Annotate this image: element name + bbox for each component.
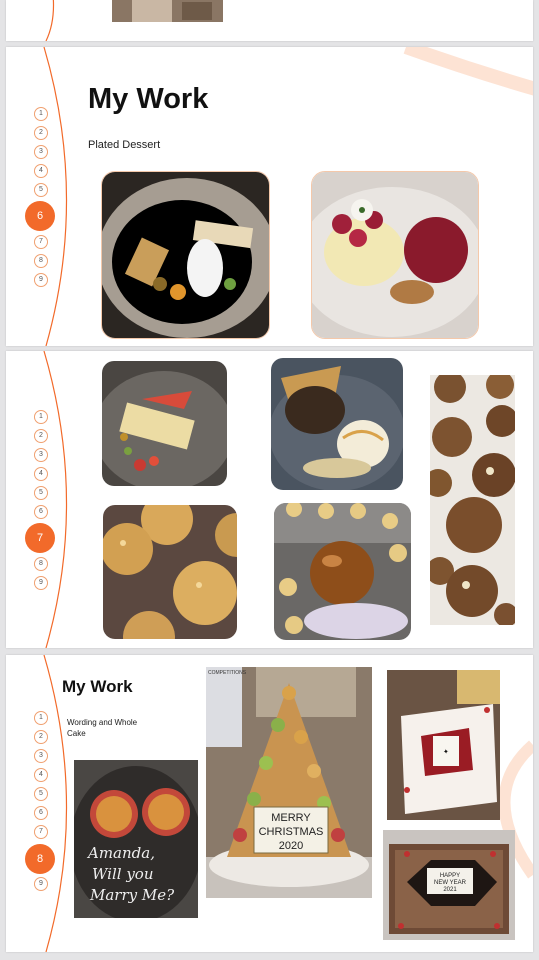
choux-pastry-photo	[103, 505, 237, 639]
nav-dot-5[interactable]: 5	[34, 486, 48, 500]
sheet-cake-photo-2: HAPPY NEW YEAR 2021	[383, 830, 515, 940]
nav-dot-7[interactable]: 7	[34, 235, 48, 249]
plate-text-line-3: Marry Me?	[89, 886, 175, 904]
slide-subtitle: Wording and Whole Cake	[67, 718, 138, 738]
proposal-plate-photo: Amanda, Will you Marry Me?	[74, 760, 198, 918]
nav-dot-9[interactable]: 9	[34, 877, 48, 891]
nav-dot-4[interactable]: 4	[34, 467, 48, 481]
plate-text-line-1: Amanda,	[86, 844, 155, 862]
slide-title: My Work	[88, 83, 209, 115]
sheet-cake-photo-1: ✦	[387, 670, 500, 820]
slide-8[interactable]: My Work Wording and Whole Cake 1 2 3 4 5…	[6, 655, 533, 952]
glazed-dome-photo	[274, 503, 411, 640]
plated-dessert-photo-2	[311, 171, 479, 339]
nav-dot-6[interactable]: 6	[34, 505, 48, 519]
slide-5-partial	[6, 0, 533, 41]
nav-dot-1[interactable]: 1	[34, 711, 48, 725]
cake-plaque-line-1: MERRY	[271, 812, 311, 824]
nav-dot-4[interactable]: 4	[34, 768, 48, 782]
slide-title: My Work	[62, 677, 133, 696]
poster-heading: COMPETITIONS	[208, 670, 247, 676]
nav-dot-4[interactable]: 4	[34, 164, 48, 178]
cake-plaque-line-3: 2020	[279, 840, 303, 852]
slide-subtitle: Plated Dessert	[88, 139, 161, 151]
nav-dot-9[interactable]: 9	[34, 576, 48, 590]
nav-dot-7[interactable]: 7	[34, 825, 48, 839]
nav-dot-6[interactable]: 6	[34, 806, 48, 820]
slide-curve-decoration	[45, 0, 55, 41]
nav-dot-5[interactable]: 5	[34, 787, 48, 801]
cake-photo-text: ✦	[443, 748, 450, 757]
nav-dot-active[interactable]: 6	[25, 201, 55, 231]
nav-dot-1[interactable]: 1	[34, 107, 48, 121]
nav-dot-active[interactable]: 7	[25, 523, 55, 553]
nav-dot-active[interactable]: 8	[25, 844, 55, 874]
plated-dessert-photo-4	[271, 358, 403, 490]
nav-dot-1[interactable]: 1	[34, 410, 48, 424]
nav-dot-3[interactable]: 3	[34, 145, 48, 159]
nav-dot-3[interactable]: 3	[34, 749, 48, 763]
cake-plaque-line-2: CHRISTMAS	[259, 826, 324, 838]
nav-dot-3[interactable]: 3	[34, 448, 48, 462]
slide-6[interactable]: My Work Plated Dessert 1 2 3 4 5 6 7 8 9	[6, 47, 533, 346]
nav-dot-5[interactable]: 5	[34, 183, 48, 197]
cake-plaque-line-2: NEW YEAR	[434, 880, 467, 886]
christmas-tree-cake-photo: COMPETITIONS MERRY CHRISTMAS 2020	[206, 667, 372, 898]
plate-text-line-2: Will you	[92, 865, 153, 883]
nav-dot-8[interactable]: 8	[34, 254, 48, 268]
plated-dessert-photo-1	[101, 171, 270, 339]
plated-dessert-photo-3	[102, 361, 227, 486]
nav-dot-9[interactable]: 9	[34, 273, 48, 287]
nav-dot-2[interactable]: 2	[34, 126, 48, 140]
cookies-photo	[430, 375, 515, 625]
nav-dot-8[interactable]: 8	[34, 557, 48, 571]
nav-dot-2[interactable]: 2	[34, 429, 48, 443]
slide-7[interactable]: 1 2 3 4 5 6 7 8 9	[6, 351, 533, 648]
nav-dot-2[interactable]: 2	[34, 730, 48, 744]
dessert-photo-partial	[112, 0, 223, 22]
cake-plaque-line-1: HAPPY	[440, 873, 460, 879]
cake-plaque-line-3: 2021	[443, 887, 457, 893]
